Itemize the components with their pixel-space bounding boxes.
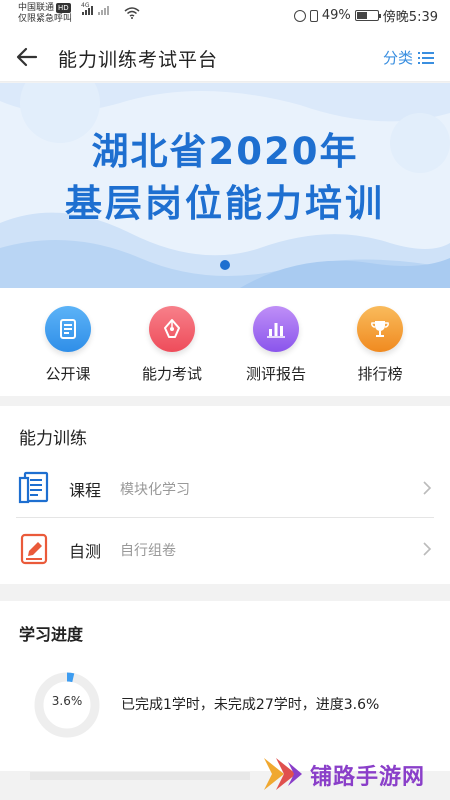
battery-percent: 49% [321,8,351,23]
alarm-icon [293,9,306,22]
arrow-left-icon[interactable] [14,44,40,70]
promo-banner[interactable]: 湖北省2020年 基层岗位能力培训 [0,83,450,288]
chevron-right-icon [423,542,432,556]
list-icon [418,51,434,64]
carousel-indicator[interactable] [220,260,230,270]
course-document-icon [18,471,49,504]
banner-title-line2: 基层岗位能力培训 [65,182,385,225]
progress-percent: 3.6% [51,694,83,708]
vibrate-icon [309,9,318,22]
quick-menu-leaderboard[interactable]: 排行榜 [330,306,430,384]
quick-menu-ability-exam[interactable]: 能力考试 [122,306,222,384]
status-right: 49% 傍晚5:39 [293,6,438,25]
chevron-right-icon [423,481,432,495]
row-subtitle: 模块化学习 [120,482,190,498]
carrier-name: 中国联通 [18,3,55,13]
quick-menu: 公开课 能力考试 测评报告 排行榜 [0,288,450,396]
battery-icon [354,10,381,21]
carrier-info: 中国联通 HD 仅限紧急呼叫 [18,3,72,25]
clock: 傍晚5:39 [382,10,438,25]
self-test-row[interactable]: 自测 自行组卷 [16,519,434,579]
quick-menu-label: 能力考试 [141,365,202,383]
top-navbar: 能力训练考试平台 分类 [0,32,450,82]
page-title: 能力训练考试平台 [58,49,219,71]
wifi-icon [124,7,140,19]
row-title: 自测 [69,542,102,561]
pen-nib-icon [149,306,195,352]
trophy-icon [357,306,403,352]
document-icon [45,306,91,352]
section-title: 能力训练 [19,429,87,449]
course-row[interactable]: 课程 模块化学习 [16,458,434,518]
hd-badge: HD [56,3,71,13]
category-button[interactable]: 分类 [383,47,434,68]
site-watermark: 铺路手游网 [262,752,450,796]
category-label: 分类 [382,49,413,67]
quick-menu-label: 公开课 [45,365,91,383]
quick-menu-label: 测评报告 [245,365,306,383]
watermark-logo [264,758,302,790]
watermark-text: 铺路手游网 [310,765,426,790]
battery-fill [356,12,367,19]
app-screen: 中国联通 HD 仅限紧急呼叫 4G 49% 傍晚5:39 能力训练考试平台 分类… [0,0,450,800]
section-title: 学习进度 [19,625,84,644]
row-title: 课程 [69,481,102,500]
row-subtitle: 自行组卷 [120,543,176,559]
self-test-pencil-icon [20,533,48,565]
study-progress-section: 学习进度 3.6% 已完成1学时，未完成27学时，进度3.6% [0,601,450,771]
banner-title-line1: 湖北省2020年 [91,130,359,173]
quick-menu-open-course[interactable]: 公开课 [18,306,118,384]
quick-menu-label: 排行榜 [357,365,403,383]
quick-menu-assessment-report[interactable]: 测评报告 [226,306,326,384]
emergency-text: 仅限紧急呼叫 [18,14,73,24]
bottom-placeholder [30,772,250,780]
signal-icon [82,6,109,15]
bar-chart-icon [253,306,299,352]
row-divider [16,517,434,518]
status-bar: 中国联通 HD 仅限紧急呼叫 4G 49% 傍晚5:39 [0,0,450,32]
progress-summary: 已完成1学时，未完成27学时，进度3.6% [121,697,380,713]
